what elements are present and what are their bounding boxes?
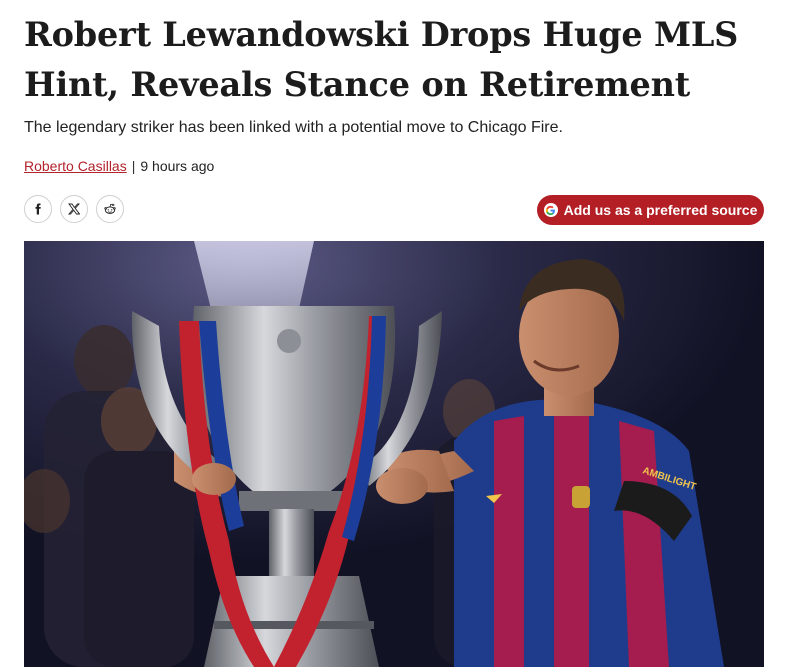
article-headline: Robert Lewandowski Drops Huge MLS Hint, … — [24, 15, 739, 104]
share-reddit-button[interactable] — [96, 195, 124, 223]
share-facebook-button[interactable] — [24, 195, 52, 223]
facebook-icon — [35, 203, 41, 215]
trophy-celebration-photo: AMBILIGHT — [24, 241, 764, 667]
author-link[interactable]: Roberto Casillas — [24, 158, 127, 174]
reddit-icon — [104, 203, 116, 214]
google-icon — [543, 203, 558, 217]
preferred-source-label: Add us as a preferred source — [563, 202, 758, 218]
article-subheadline: The legendary striker has been linked wi… — [24, 119, 563, 136]
share-x-button[interactable] — [60, 195, 88, 223]
byline: Roberto Casillas | 9 hours ago — [24, 158, 214, 174]
hero-image: AMBILIGHT — [24, 241, 764, 667]
add-preferred-source-button[interactable]: Add us as a preferred source — [537, 195, 764, 225]
publish-time: 9 hours ago — [140, 158, 215, 174]
byline-separator: | — [131, 158, 136, 174]
x-icon — [68, 203, 80, 215]
share-buttons — [24, 195, 124, 223]
